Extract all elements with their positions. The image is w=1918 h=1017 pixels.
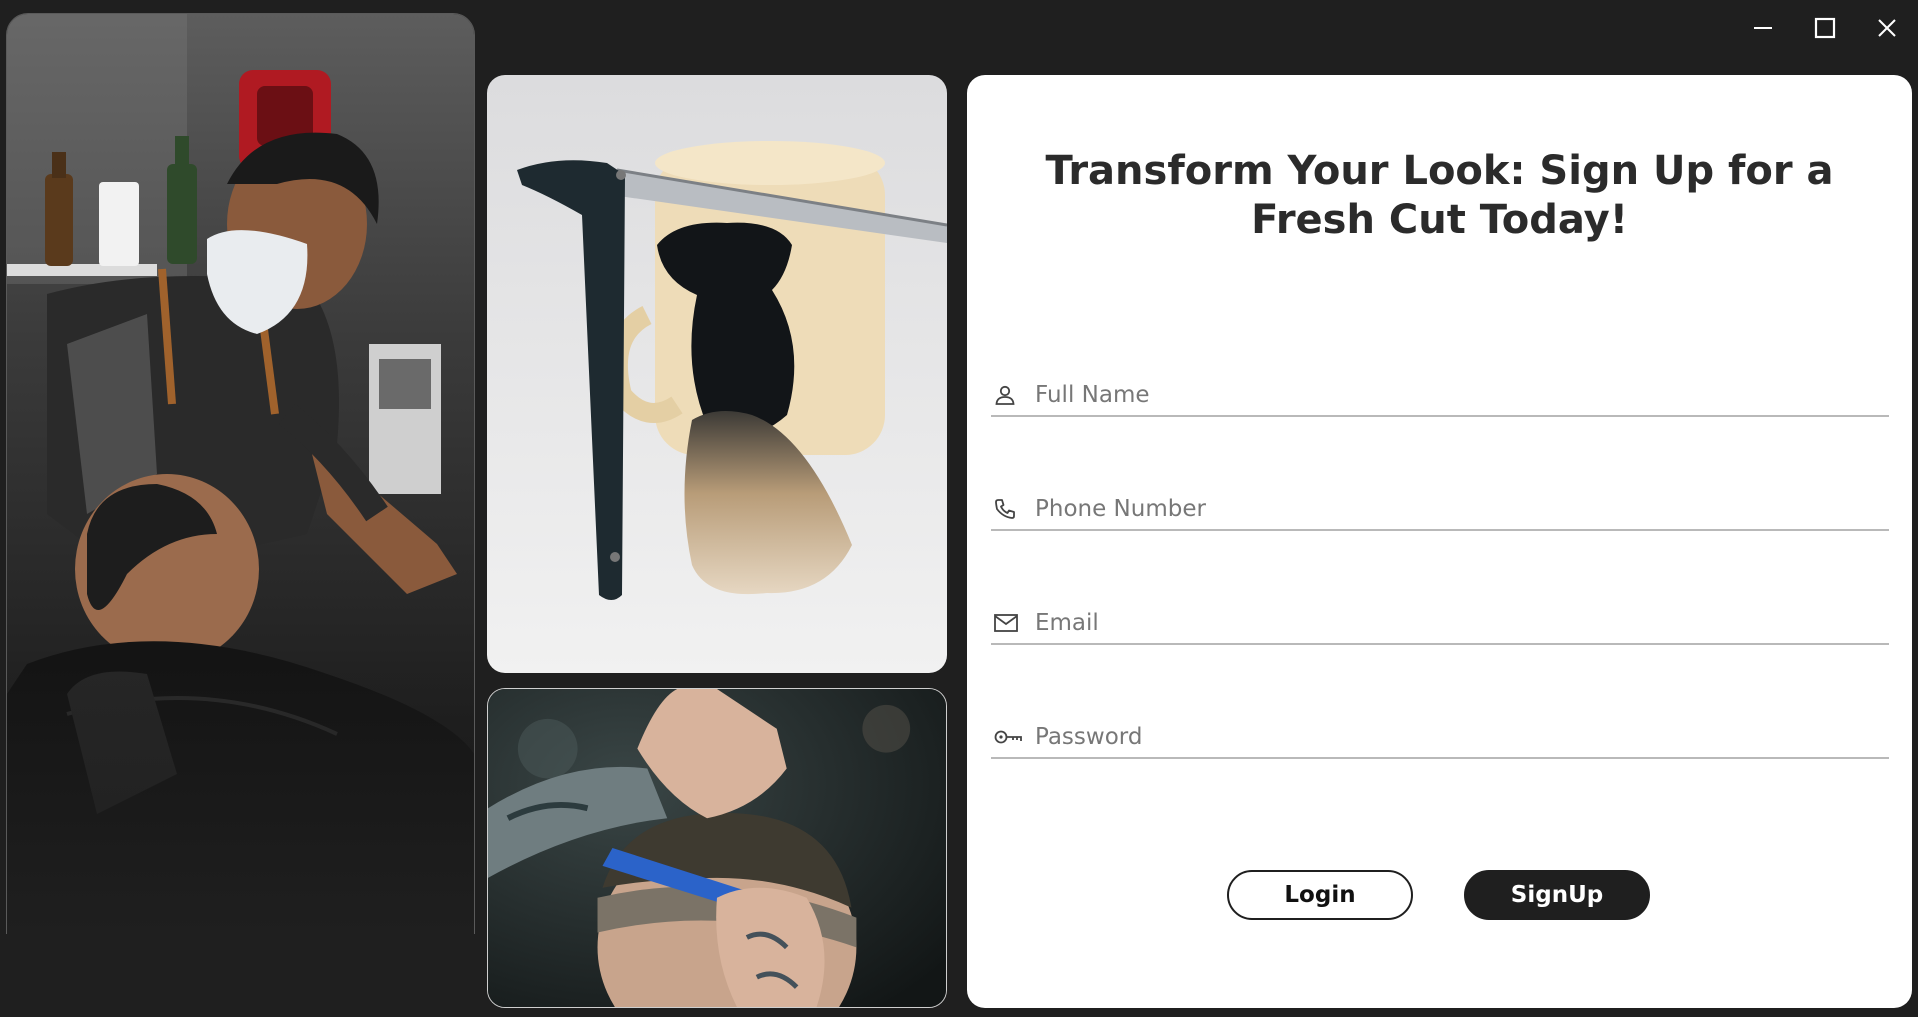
close-icon	[1878, 19, 1896, 37]
password-field	[991, 717, 1889, 759]
phone-icon	[991, 494, 1033, 524]
maximize-button[interactable]	[1794, 0, 1856, 56]
phone-number-field	[991, 489, 1889, 531]
minimize-icon	[1754, 27, 1772, 29]
haircut-comb-photo	[487, 688, 947, 1008]
close-button[interactable]	[1856, 0, 1918, 56]
mail-icon	[991, 608, 1033, 638]
straight-razor-shaving-brush-photo	[487, 75, 947, 673]
login-button[interactable]: Login	[1227, 870, 1413, 920]
signup-button[interactable]: SignUp	[1464, 870, 1650, 920]
full-name-input[interactable]	[1033, 378, 1889, 412]
maximize-icon	[1814, 17, 1836, 39]
key-icon	[991, 722, 1033, 752]
window-controls	[1732, 0, 1918, 56]
email-input[interactable]	[1033, 606, 1889, 640]
minimize-button[interactable]	[1732, 0, 1794, 56]
barber-masked-client-photo	[6, 13, 475, 934]
full-name-field	[991, 375, 1889, 417]
signup-form-card: Transform Your Look: Sign Up for a Fresh…	[967, 75, 1912, 1008]
email-field	[991, 603, 1889, 645]
form-title: Transform Your Look: Sign Up for a Fresh…	[1045, 148, 1834, 243]
password-input[interactable]	[1033, 720, 1889, 754]
user-icon	[991, 380, 1033, 410]
phone-number-input[interactable]	[1033, 492, 1889, 526]
